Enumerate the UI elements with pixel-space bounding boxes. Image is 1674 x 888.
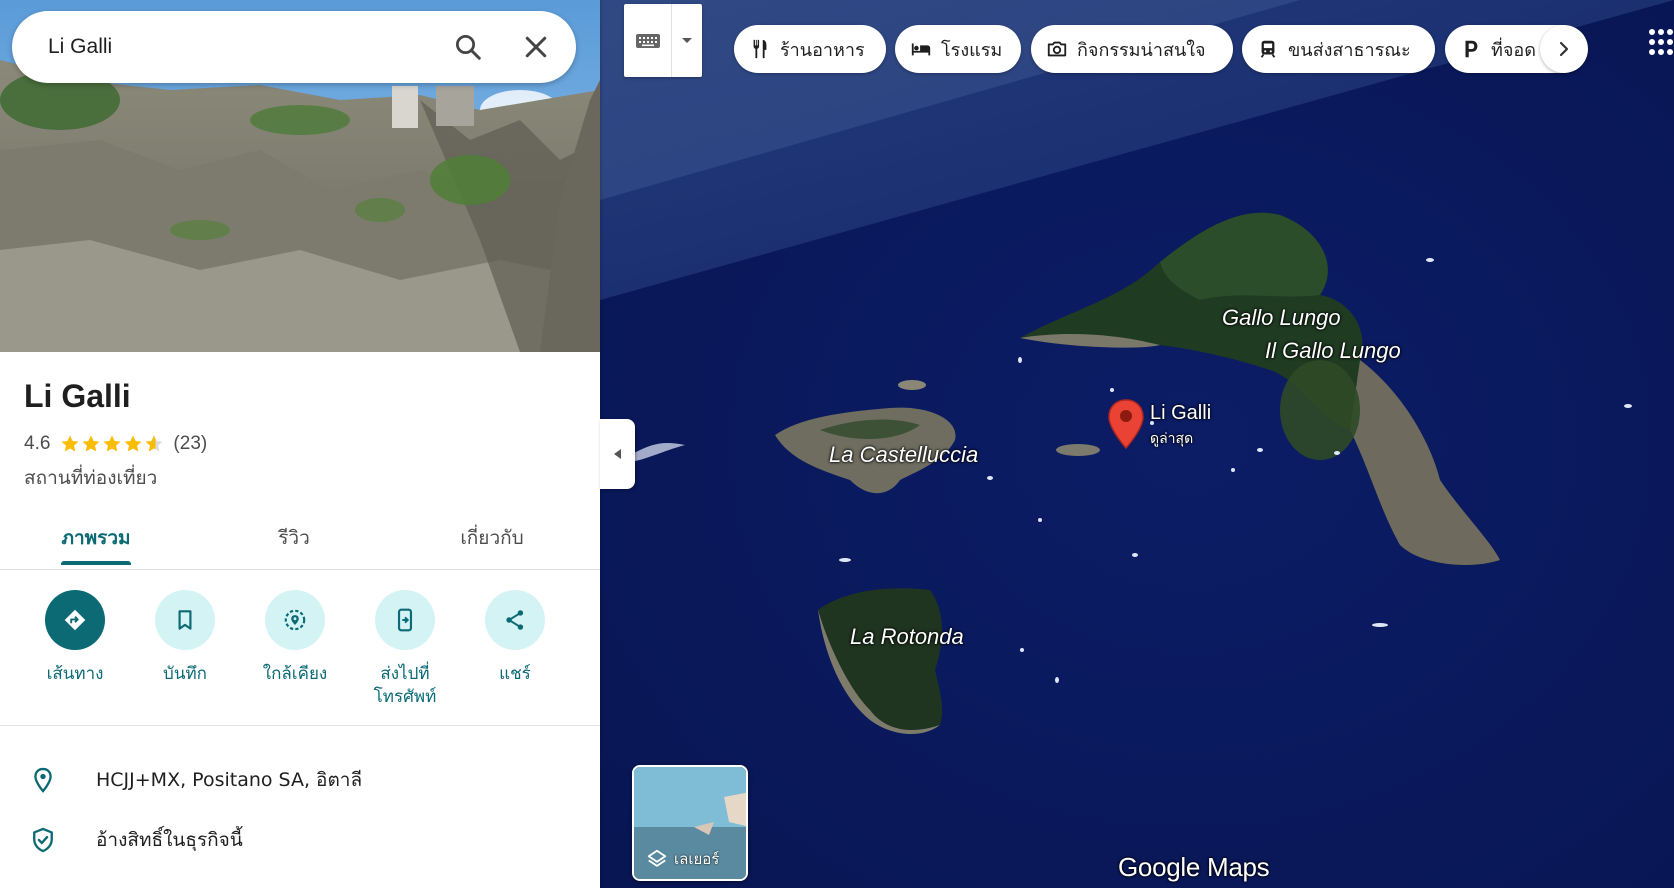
claim-business-row[interactable]: อ้างสิทธิ์ในธุรกิจนี้ [0,812,600,868]
caret-left-icon [613,449,621,459]
search-input[interactable]: Li Galli [48,35,440,59]
search-button[interactable] [440,19,496,75]
chip-restaurants[interactable]: ร้านอาหาร [734,25,886,73]
layers-label-row: เลเยอร์ [646,847,719,871]
input-tools-button[interactable] [624,4,702,77]
chip-parking-label: ที่จอด [1491,39,1536,61]
keyboard-icon [635,33,660,48]
bookmark-icon [178,610,192,630]
tab-about[interactable]: เกี่ยวกับ [412,505,572,570]
share-icon [506,610,524,630]
nearby-button[interactable]: ใกล้เคียง [240,590,350,686]
pin-label[interactable]: Li Galli [1150,402,1211,425]
pin-sublabel: ดูล่าสุด [1150,431,1194,447]
hotel-icon [911,43,931,56]
input-tools-dropdown[interactable] [672,4,702,77]
chip-hotels-label: โรงแรม [941,39,1003,61]
star-icon [61,435,79,452]
map-label-la-rotonda[interactable]: La Rotonda [850,624,964,650]
close-icon [525,36,547,58]
chip-things-to-do-label: กิจกรรมน่าสนใจ [1077,39,1206,61]
directions-label: เส้นทาง [46,664,104,684]
chip-transit[interactable]: ขนส่งสาธารณะ [1242,25,1435,73]
action-buttons: เส้นทาง บันทึก ใกล้เคียง ส่งไปที่ โทรศัพ… [0,580,600,726]
search-icon [456,35,481,60]
active-tab-indicator [61,561,131,565]
plus-code-text: HCJJ+MX, Positano SA, อิตาลี [96,769,363,791]
rating-row[interactable]: 4.6 (23) [24,433,207,455]
layers-icon [647,849,667,867]
map-label-gallo-lungo[interactable]: Gallo Lungo [1222,305,1341,331]
rating-value: 4.6 [24,433,51,454]
camera-icon [1047,41,1067,57]
chip-restaurants-label: ร้านอาหาร [780,39,865,61]
directions-icon [64,609,86,631]
collapse-panel-button[interactable] [600,419,635,489]
restaurant-icon [753,39,767,59]
star-icon [103,435,121,452]
star-icon [82,435,100,452]
send-to-phone-button[interactable]: ส่งไปที่ โทรศัพท์ [350,590,460,709]
save-button[interactable]: บันทึก [130,590,240,686]
location-pin-icon [34,767,52,793]
share-label: แชร์ [499,664,531,684]
place-panel: Li Galli Li Galli 4.6 (23) สถานที่ท่องเท… [0,0,600,888]
share-button[interactable]: แชร์ [460,590,570,686]
apps-grid-icon[interactable] [1648,28,1674,56]
star-icon [145,435,163,452]
chips-next-button[interactable] [1540,25,1588,73]
map-label-la-castelluccia[interactable]: La Castelluccia [829,442,978,468]
clear-search-button[interactable] [508,19,564,75]
plus-code-row[interactable]: HCJJ+MX, Positano SA, อิตาลี [0,752,600,808]
claim-business-text: อ้างสิทธิ์ในธุรกิจนี้ [96,829,243,851]
caret-down-icon [682,37,692,43]
chip-hotels[interactable]: โรงแรม [895,25,1021,73]
verified-shield-icon [33,827,53,853]
layers-button[interactable]: เลเยอร์ [632,765,748,881]
search-box[interactable]: Li Galli [12,11,576,83]
directions-button[interactable]: เส้นทาง [20,590,130,686]
send-to-phone-icon [397,608,413,632]
transit-icon [1260,40,1276,58]
map-label-il-gallo-lungo[interactable]: Il Gallo Lungo [1265,338,1401,364]
send-to-phone-label: ส่งไปที่ โทรศัพท์ [373,664,437,707]
star-rating [60,434,165,454]
parking-icon [1465,40,1478,58]
star-icon [124,435,142,452]
save-label: บันทึก [163,664,207,684]
place-title: Li Galli [24,378,131,414]
nearby-label: ใกล้เคียง [262,664,328,684]
google-maps-logo: Google Maps [1118,852,1270,882]
keyboard-button[interactable] [624,4,672,77]
chip-things-to-do[interactable]: กิจกรรมน่าสนใจ [1031,25,1233,73]
layers-label: เลเยอร์ [674,850,720,868]
chevron-right-icon [1559,41,1569,57]
map-pin-icon[interactable] [1106,398,1146,450]
place-category[interactable]: สถานที่ท่องเที่ยว [24,463,157,493]
chip-transit-label: ขนส่งสาธารณะ [1288,39,1411,61]
nearby-icon [284,609,306,631]
tab-reviews[interactable]: รีวิว [214,505,374,570]
review-count[interactable]: (23) [173,433,207,455]
